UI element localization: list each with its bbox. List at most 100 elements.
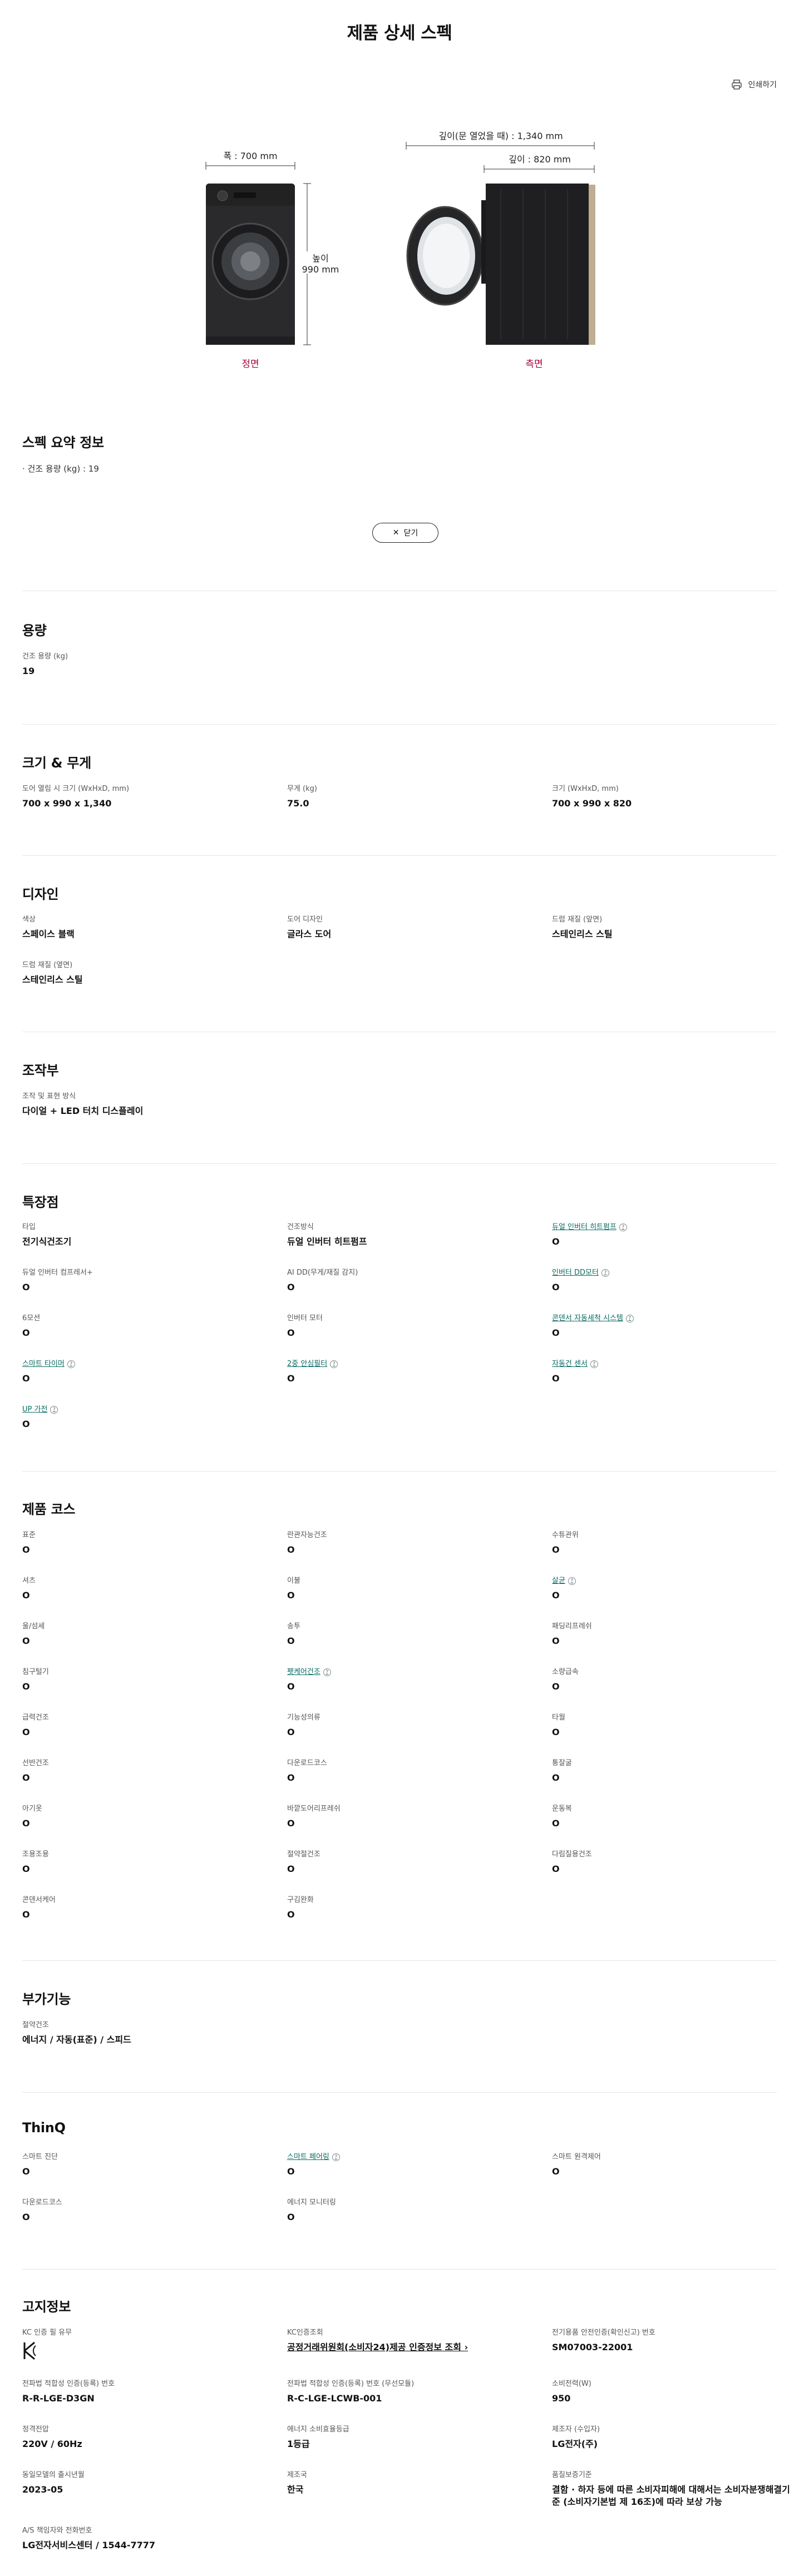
divider (22, 2269, 777, 2270)
spec-item: 구김완화 O (287, 1896, 314, 1920)
kc-lookup-link[interactable]: KC인증조회 공정거래위원회(소비자24)제공 인증정보 조회 › (287, 2328, 532, 2354)
section-title-control: 조작부 (22, 1063, 59, 1078)
spec-item: 전파법 적합성 인증(등록) 번호 (무선모듈) R-C-LGE-LCWB-001 (287, 2380, 415, 2404)
spec-item: 이불 O (287, 1577, 300, 1601)
print-button[interactable]: 인쇄하기 (731, 79, 777, 90)
spec-item: A/S 책임자와 전화번호 LG전자서비스센터 / 1544-7777 (22, 2527, 156, 2550)
spec-item: 패딩리프레쉬 O (552, 1622, 592, 1646)
info-icon[interactable]: ? (330, 1360, 338, 1368)
height-value: 990 mm (302, 264, 339, 275)
spec-item: 타입 전기식건조기 (22, 1223, 72, 1247)
spec-item: 무게 (kg) 75.0 (287, 785, 317, 809)
spec-item: 6모션 O (22, 1314, 41, 1338)
dryer-front-image (206, 184, 295, 345)
info-icon[interactable]: ? (590, 1360, 598, 1368)
info-icon[interactable]: ? (332, 2153, 340, 2161)
spec-item: 기능성의류 O (287, 1713, 320, 1737)
kc-mark-icon (23, 2341, 36, 2360)
spec-item: 바깥도어리프레쉬 O (287, 1805, 341, 1829)
spec-item-link[interactable]: 스마트 페어링? O (287, 2152, 532, 2178)
spec-item-link[interactable]: 듀얼 인버터 히트펌프? O (552, 1222, 797, 1248)
section-title-notice: 고지정보 (22, 2299, 71, 2315)
spec-item: 울/섬세 O (22, 1622, 45, 1646)
spec-item-link[interactable]: 2중 안심필터? O (287, 1359, 532, 1385)
spec-item: 정격전압 220V / 60Hz (22, 2425, 82, 2449)
spec-item-link[interactable]: 인버터 DD모터? O (552, 1268, 797, 1294)
summary-title: 스펙 요약 정보 (22, 435, 104, 450)
close-button[interactable]: ✕ 닫기 (372, 523, 438, 543)
section-title-thinq: ThinQ (22, 2120, 66, 2136)
front-caption: 정면 (241, 359, 259, 370)
info-icon[interactable]: ? (625, 1315, 634, 1322)
spec-item: 절약건조 에너지 / 자동(표준) / 스피드 (22, 2021, 131, 2045)
spec-item: 타월 O (552, 1713, 565, 1737)
spec-item: 드럼 재질 (앞면) 스테인리스 스틸 (552, 915, 613, 939)
info-icon[interactable]: ? (568, 1577, 576, 1585)
page-title: 제품 상세 스펙 (347, 23, 452, 43)
spec-item: 아기옷 O (22, 1805, 42, 1829)
spec-item-link[interactable]: 살균? O (552, 1576, 797, 1602)
info-icon[interactable]: ? (619, 1223, 627, 1231)
spec-item: 침구털기 O (22, 1668, 49, 1692)
summary-item: · 건조 용량 (kg) : 19 (22, 464, 99, 474)
side-caption: 측면 (525, 359, 542, 370)
spec-item: 에너지 모니터링 O (287, 2198, 336, 2222)
front-width-label: 폭 : 700 mm (223, 151, 277, 161)
spec-item: 조용조용 O (22, 1850, 49, 1874)
print-label: 인쇄하기 (748, 81, 777, 90)
section-title-design: 디자인 (22, 886, 59, 902)
spec-item: 동일모델의 출시년월 2023-05 (22, 2471, 85, 2495)
spec-item: 란관자능건조 O (287, 1531, 327, 1555)
spec-item: 조작 및 표현 방식 다이얼 + LED 터치 디스플레이 (22, 1092, 144, 1116)
spec-item: 건조방식 듀얼 인버터 히트펌프 (287, 1223, 367, 1247)
spec-item-link[interactable]: 콘덴서 자동세척 시스템? O (552, 1314, 797, 1339)
section-title-size: 크기 & 무게 (22, 755, 91, 771)
spec-item: 다림질용건조 O (552, 1850, 592, 1874)
section-title-courses: 제품 코스 (22, 1502, 76, 1517)
spec-item: 소량급속 O (552, 1668, 579, 1692)
spec-item: 운동복 O (552, 1805, 572, 1829)
spec-item: 도어 열림 시 크기 (WxHxD, mm) 700 x 990 x 1,340 (22, 785, 130, 809)
divider (22, 1163, 777, 1164)
spec-item-link[interactable]: 펫케어건조? O (287, 1667, 532, 1693)
spec-item: 수튜관위 O (552, 1531, 579, 1555)
spec-item: 제조국 한국 (287, 2471, 307, 2495)
divider (22, 1960, 777, 1961)
info-icon[interactable]: ? (67, 1360, 75, 1368)
info-icon[interactable]: ? (50, 1406, 58, 1414)
divider (22, 2092, 777, 2093)
section-title-capacity: 용량 (22, 623, 47, 638)
spec-item: 셔츠 O (22, 1577, 36, 1601)
depth-open-label: 깊이(문 열었을 때) : 1,340 mm (438, 131, 563, 141)
section-title-extra: 부가기능 (22, 1992, 71, 2007)
spec-item: 표준 O (22, 1531, 36, 1555)
spec-item: 송투 O (287, 1622, 300, 1646)
dryer-side-image (406, 184, 595, 345)
divider (22, 855, 777, 856)
spec-item: KC 인증 필 유무 (22, 2328, 267, 2362)
spec-item: 색상 스페이스 블랙 (22, 915, 75, 939)
spec-item: 건조 용량 (kg) 19 (22, 652, 68, 676)
spec-item-link[interactable]: 자동건 센서? O (552, 1359, 797, 1385)
spec-item-link[interactable]: UP 가전? O (22, 1405, 267, 1430)
spec-item: 다운로드코스 O (287, 1759, 327, 1783)
spec-item: 스마트 진단 O (22, 2153, 58, 2177)
section-title-features: 특장점 (22, 1195, 59, 1210)
spec-item: 통잘굴 O (552, 1759, 572, 1783)
spec-item: 급력건조 O (22, 1713, 49, 1737)
external-link-icon: › (464, 2342, 468, 2352)
spec-item: 소비전력(W) 950 (552, 2380, 591, 2404)
close-icon: ✕ (392, 528, 400, 537)
spec-item: 스마트 원격제어 O (552, 2153, 601, 2177)
info-icon[interactable]: ? (601, 1269, 609, 1277)
divider (22, 1471, 777, 1472)
info-icon[interactable]: ? (323, 1668, 331, 1676)
spec-item: 제조자 (수입자) LG전자(주) (552, 2425, 600, 2449)
spec-item: 다운로드코스 O (22, 2198, 62, 2222)
spec-item: 도어 디자인 글라스 도어 (287, 915, 332, 939)
spec-item: 전파법 적합성 인증(등록) 번호 R-R-LGE-D3GN (22, 2380, 115, 2404)
divider (22, 724, 777, 725)
spec-item: 에너지 소비효율등급 1등급 (287, 2425, 349, 2449)
spec-item-link[interactable]: 스마트 타이머? O (22, 1359, 267, 1385)
spec-item: 선반건조 O (22, 1759, 49, 1783)
